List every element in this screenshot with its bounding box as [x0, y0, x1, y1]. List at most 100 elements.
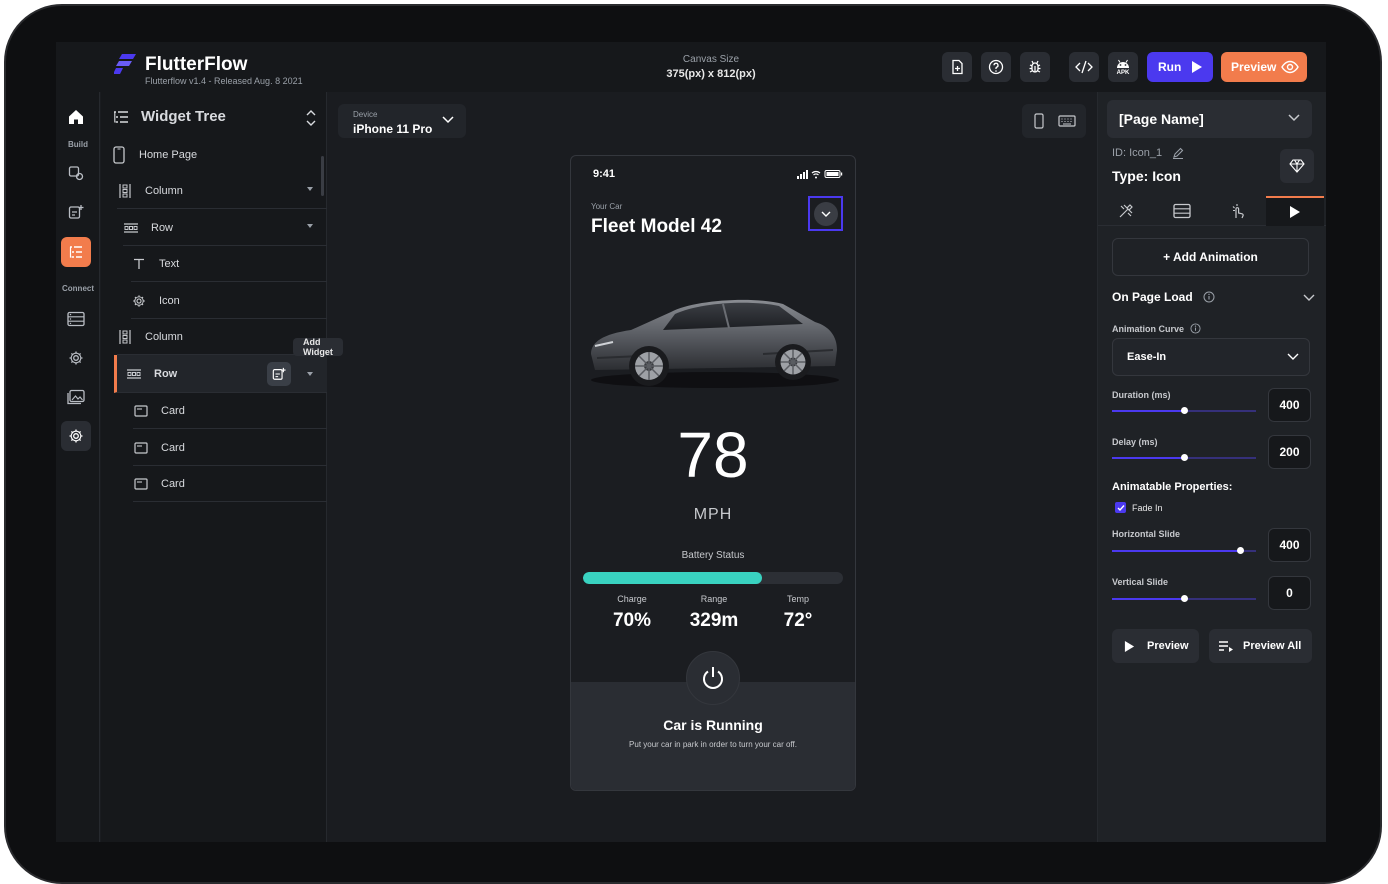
database-button[interactable]: [61, 304, 91, 334]
tree-node-label: Column: [145, 184, 183, 197]
speed-unit: MPH: [693, 506, 733, 523]
collapse-icon[interactable]: [306, 110, 316, 126]
page-name: [Page Name]: [1119, 111, 1204, 127]
delay-slider[interactable]: [1112, 454, 1256, 461]
tree-node-column[interactable]: Column: [117, 173, 327, 209]
text-icon: [131, 256, 147, 272]
tree-node-text[interactable]: Text: [131, 246, 327, 282]
stat-charge: Charge 70%: [597, 594, 667, 632]
horizontal-slide-slider[interactable]: [1112, 547, 1256, 554]
add-animation-button[interactable]: + Add Animation: [1112, 238, 1309, 276]
duration-input[interactable]: 400: [1268, 388, 1311, 422]
slider-thumb[interactable]: [1181, 595, 1188, 602]
database-icon: [67, 311, 85, 327]
image-gallery-icon: [67, 389, 85, 405]
chevron-down-icon: [821, 211, 830, 217]
api-settings-button[interactable]: [61, 343, 91, 373]
tab-actions[interactable]: [1210, 196, 1266, 226]
mobile-view-icon[interactable]: [1034, 113, 1044, 129]
gem-button[interactable]: [1280, 149, 1314, 183]
battery-status-label: Battery Status: [681, 550, 745, 561]
tree-node-row[interactable]: Row: [123, 210, 327, 246]
fade-in-checkbox[interactable]: [1115, 502, 1126, 513]
stat-label: Range: [700, 594, 728, 604]
duration-slider[interactable]: [1112, 407, 1256, 414]
preview-button[interactable]: Preview: [1221, 52, 1307, 82]
car-dropdown-button[interactable]: [813, 201, 838, 226]
canvas-size: Canvas Size 375(px) x 812(px): [616, 54, 806, 80]
debug-icon: [1029, 60, 1041, 73]
run-button[interactable]: Run: [1147, 52, 1213, 82]
animation-curve-value: Ease-In: [1127, 351, 1167, 363]
tree-node-card[interactable]: Card: [133, 430, 327, 466]
tree-node-label: Card: [161, 477, 185, 490]
chevron-down-icon[interactable]: [1303, 294, 1315, 302]
add-widget-tooltip: Add Widget: [293, 337, 343, 357]
selected-icon-widget[interactable]: [808, 196, 843, 231]
delay-label: Delay (ms): [1112, 437, 1158, 447]
debug-button[interactable]: [1020, 52, 1050, 82]
pencil-icon[interactable]: [1172, 147, 1184, 159]
tab-animations[interactable]: [1266, 196, 1324, 226]
horizontal-slide-input[interactable]: 400: [1268, 528, 1311, 562]
apk-button[interactable]: APK: [1108, 52, 1138, 82]
widget-tree-icon: [69, 246, 82, 258]
code-button[interactable]: [1069, 52, 1099, 82]
slider-thumb[interactable]: [1181, 407, 1188, 414]
add-widget-rail-button[interactable]: [61, 197, 91, 227]
stat-value: 70%: [612, 610, 652, 631]
gear-icon: [69, 351, 83, 365]
on-page-load-label: On Page Load: [1112, 290, 1193, 304]
media-assets-button[interactable]: [61, 382, 91, 412]
on-page-load-header[interactable]: On Page Load: [1112, 290, 1215, 304]
tree-node-label: Row: [151, 221, 174, 234]
vertical-slide-slider[interactable]: [1112, 595, 1256, 602]
keyboard-icon[interactable]: [1058, 115, 1076, 127]
slider-thumb[interactable]: [1181, 454, 1188, 461]
slider-thumb[interactable]: [1237, 547, 1245, 554]
tree-node-card[interactable]: Card: [133, 393, 327, 429]
device-selector[interactable]: Device iPhone 11 Pro: [338, 104, 466, 138]
add-page-button[interactable]: [942, 52, 972, 82]
home-icon: [69, 110, 83, 124]
tree-node-label: Card: [161, 404, 185, 417]
preview-label: Preview: [1231, 60, 1277, 74]
nav-rail: Build Connect: [56, 92, 100, 842]
device-value: iPhone 11 Pro: [353, 122, 433, 136]
chevron-down-icon[interactable]: [307, 372, 313, 376]
delay-input[interactable]: 200: [1268, 435, 1311, 469]
tree-node-label: Icon: [159, 294, 180, 307]
tree-node-card[interactable]: Card: [133, 466, 327, 502]
database-icon: [1173, 203, 1191, 219]
preview-all-button[interactable]: Preview All: [1209, 629, 1312, 663]
widget-type: Type: Icon: [1112, 168, 1181, 184]
chevron-down-icon[interactable]: [307, 224, 313, 228]
add-widget-button[interactable]: [267, 362, 291, 386]
chevron-down-icon: [1287, 353, 1299, 360]
tree-node-home-page[interactable]: Home Page: [111, 137, 323, 173]
tree-node-row-selected[interactable]: Row: [114, 355, 327, 393]
preview-animation-button[interactable]: Preview: [1112, 629, 1199, 663]
version-label: Flutterflow v1.4 - Released Aug. 8 2021: [145, 76, 303, 86]
chevron-down-icon[interactable]: [307, 187, 313, 191]
help-button[interactable]: [981, 52, 1011, 82]
your-car-label: Your Car: [591, 202, 623, 211]
vertical-slide-input[interactable]: 0: [1268, 576, 1311, 610]
home-button[interactable]: [61, 102, 91, 132]
code-icon: [1075, 60, 1093, 74]
fade-in-label: Fade In: [1132, 503, 1163, 513]
tree-node-icon[interactable]: Icon: [131, 283, 327, 319]
power-button[interactable]: [686, 651, 740, 705]
stat-value: 72°: [783, 610, 813, 631]
tab-backend-query[interactable]: [1154, 196, 1210, 226]
animation-curve-select[interactable]: Ease-In: [1112, 338, 1310, 376]
widget-tree-button[interactable]: [61, 237, 91, 267]
settings-button[interactable]: [61, 421, 91, 451]
add-widget-icon: [272, 367, 286, 380]
flutterflow-app: FlutterFlow Flutterflow v1.4 - Released …: [56, 42, 1326, 842]
page-name-selector[interactable]: [Page Name]: [1107, 100, 1312, 138]
theme-button[interactable]: [61, 158, 91, 188]
card-icon: [133, 476, 149, 492]
tab-properties[interactable]: [1098, 196, 1154, 226]
play-icon: [1124, 640, 1135, 652]
